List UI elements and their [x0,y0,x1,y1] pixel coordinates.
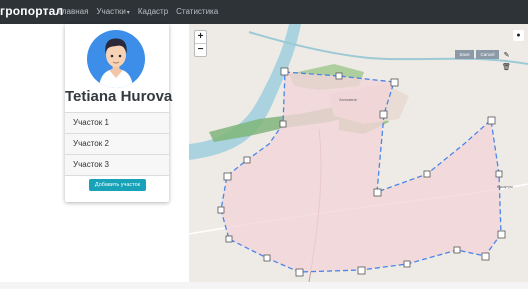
plot-item-1[interactable]: Участок 1 [65,112,169,133]
village-label: Кушугум [497,184,513,189]
zoom-out-button[interactable]: − [195,43,206,56]
navbar: гропортал Главная Участки▾ Кадастр Стати… [0,0,528,24]
map-view[interactable]: Заплавне Кушугум + − ● Save Cancel ✎ 🗑 [189,24,528,282]
cancel-edit-button[interactable]: Cancel [476,50,499,59]
delete-layers-icon[interactable]: 🗑 [501,62,512,73]
avatar [87,30,145,88]
nav-plots-label: Участки [96,7,126,16]
user-name: Tetiana Hurova [65,88,173,105]
draw-marker-icon[interactable]: ● [513,30,524,41]
zoom-control: + − [194,30,207,57]
user-avatar-icon [99,38,133,88]
profile-card: Tetiana Hurova Участок 1 Участок 2 Участ… [65,24,173,202]
town-label: Заплавне [339,97,357,102]
nav-cadastre[interactable]: Кадастр [138,7,168,16]
zoom-in-button[interactable]: + [195,31,206,43]
chevron-down-icon: ▾ [126,10,130,16]
page-footer [0,282,528,289]
nav-menu: Главная Участки▾ Кадастр Статистика [58,7,218,16]
add-plot-button[interactable]: Добавить участок [89,179,146,191]
nav-plots-dropdown[interactable]: Участки▾ [96,7,129,16]
map-canvas [189,24,528,282]
plot-item-3[interactable]: Участок 3 [65,154,169,176]
brand-logo[interactable]: гропортал [0,4,63,18]
save-edit-button[interactable]: Save [455,50,474,59]
plot-list: Участок 1 Участок 2 Участок 3 [65,112,169,176]
nav-home[interactable]: Главная [58,7,88,16]
nav-statistics[interactable]: Статистика [176,7,218,16]
edit-layers-icon[interactable]: ✎ [501,50,512,61]
plot-item-2[interactable]: Участок 2 [65,133,169,154]
